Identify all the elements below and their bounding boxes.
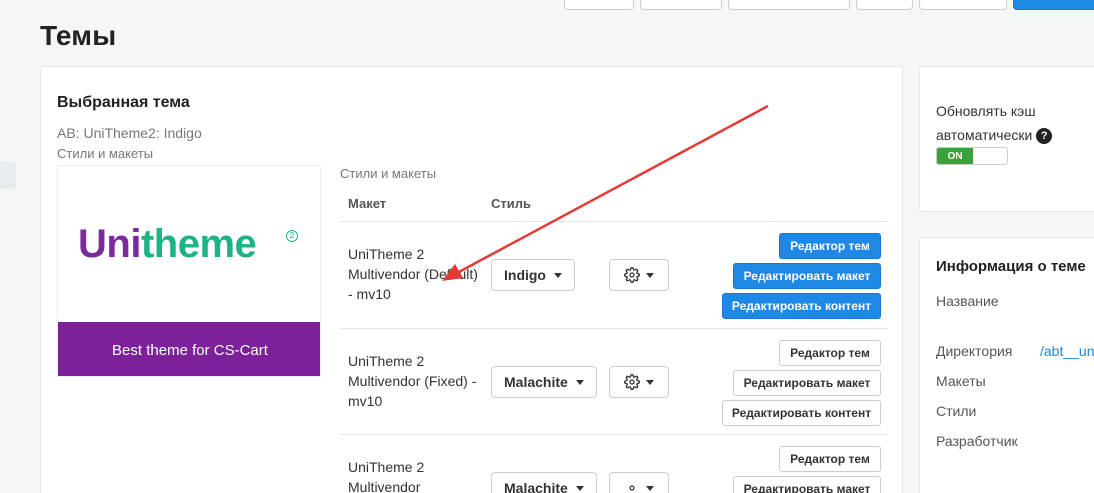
chevron-down-icon [575,379,584,385]
theme-editor-button[interactable]: Редактор тем [779,233,881,259]
info-label-developer: Разработчик [936,433,1018,449]
style-select-value: Malachite [504,374,568,390]
theme-name: AB: UniTheme2: Indigo [57,125,202,141]
edit-content-button[interactable]: Редактировать контент [722,400,881,426]
toolbar-button-5[interactable] [919,0,1007,10]
row-divider [340,221,888,222]
theme-subtitle: Стили и макеты [57,146,154,161]
logo-theme-text: theme [140,222,257,266]
edit-content-button[interactable]: Редактировать контент [722,293,881,319]
chevron-down-icon [575,485,584,491]
info-label-styles: Стили [936,403,977,419]
row-divider [340,328,888,329]
cache-toggle[interactable]: ON [936,147,1008,165]
theme-thumbnail: Unitheme 2 Best theme for CS-Cart [57,165,321,377]
toolbar-button-2[interactable] [640,0,722,10]
theme-editor-button[interactable]: Редактор тем [779,446,881,472]
style-select-value: Malachite [504,480,568,493]
cache-label: Обновлять кэш автоматически ? [936,99,1056,147]
unitheme-logo: Unitheme [78,222,257,267]
toolbar-button-3[interactable] [728,0,850,10]
edit-layout-button[interactable]: Редактировать макет [733,476,881,493]
selected-theme-card: Выбранная тема AB: UniTheme2: Indigo Сти… [40,66,903,493]
chevron-down-icon [646,485,654,491]
gear-icon [624,374,640,390]
edit-layout-button[interactable]: Редактировать макет [733,263,881,289]
style-select[interactable]: Malachite [491,366,597,398]
layouts-caption: Стили и макеты [340,166,437,181]
info-value-directory[interactable]: /abt__uni [1040,343,1094,359]
gear-icon [629,485,635,491]
chevron-down-icon [646,379,654,385]
card-heading: Выбранная тема [57,94,190,111]
gear-dropdown-button[interactable] [609,366,669,398]
gear-dropdown-button[interactable] [609,472,669,493]
theme-editor-button[interactable]: Редактор тем [779,340,881,366]
style-select[interactable]: Malachite [491,472,597,493]
toggle-on-label: ON [937,148,973,164]
chevron-down-icon [554,272,562,278]
style-select[interactable]: Indigo [491,259,575,291]
thumbnail-banner: Best theme for CS-Cart [58,322,320,376]
left-sidebar-tab[interactable] [0,161,16,189]
toolbar-button-4[interactable] [856,0,913,10]
layout-name: UniTheme 2 Multivendor [348,459,425,493]
gear-icon [624,267,640,283]
question-circle-icon[interactable]: ? [1036,128,1053,144]
toolbar-primary-button[interactable] [1013,0,1094,10]
layout-name: UniTheme 2 Multivendor (Fixed) - mv10 [348,353,477,409]
cache-card: Обновлять кэш автоматически ? ON [919,66,1094,212]
column-header-style: Стиль [491,196,531,211]
toolbar-button-1[interactable] [564,0,634,10]
edit-layout-button[interactable]: Редактировать макет [733,370,881,396]
logo-badge: 2 [286,230,298,242]
page-title: Темы [40,20,117,51]
row-divider [340,434,888,435]
info-label-name: Название [936,293,999,309]
column-header-layout: Макет [348,196,387,211]
logo-uni-text: Uni [78,222,141,266]
gear-dropdown-button[interactable] [609,259,669,291]
style-select-value: Indigo [504,267,546,283]
theme-info-card: Информация о теме Название Директория /a… [919,237,1094,493]
chevron-down-icon [646,272,654,278]
cache-label-text: Обновлять кэш автоматически [936,103,1036,143]
layout-name: UniTheme 2 Multivendor (Default) - mv10 [348,246,478,302]
theme-info-title: Информация о теме [936,258,1086,275]
info-label-directory: Директория [936,343,1013,359]
info-label-layouts: Макеты [936,373,986,389]
